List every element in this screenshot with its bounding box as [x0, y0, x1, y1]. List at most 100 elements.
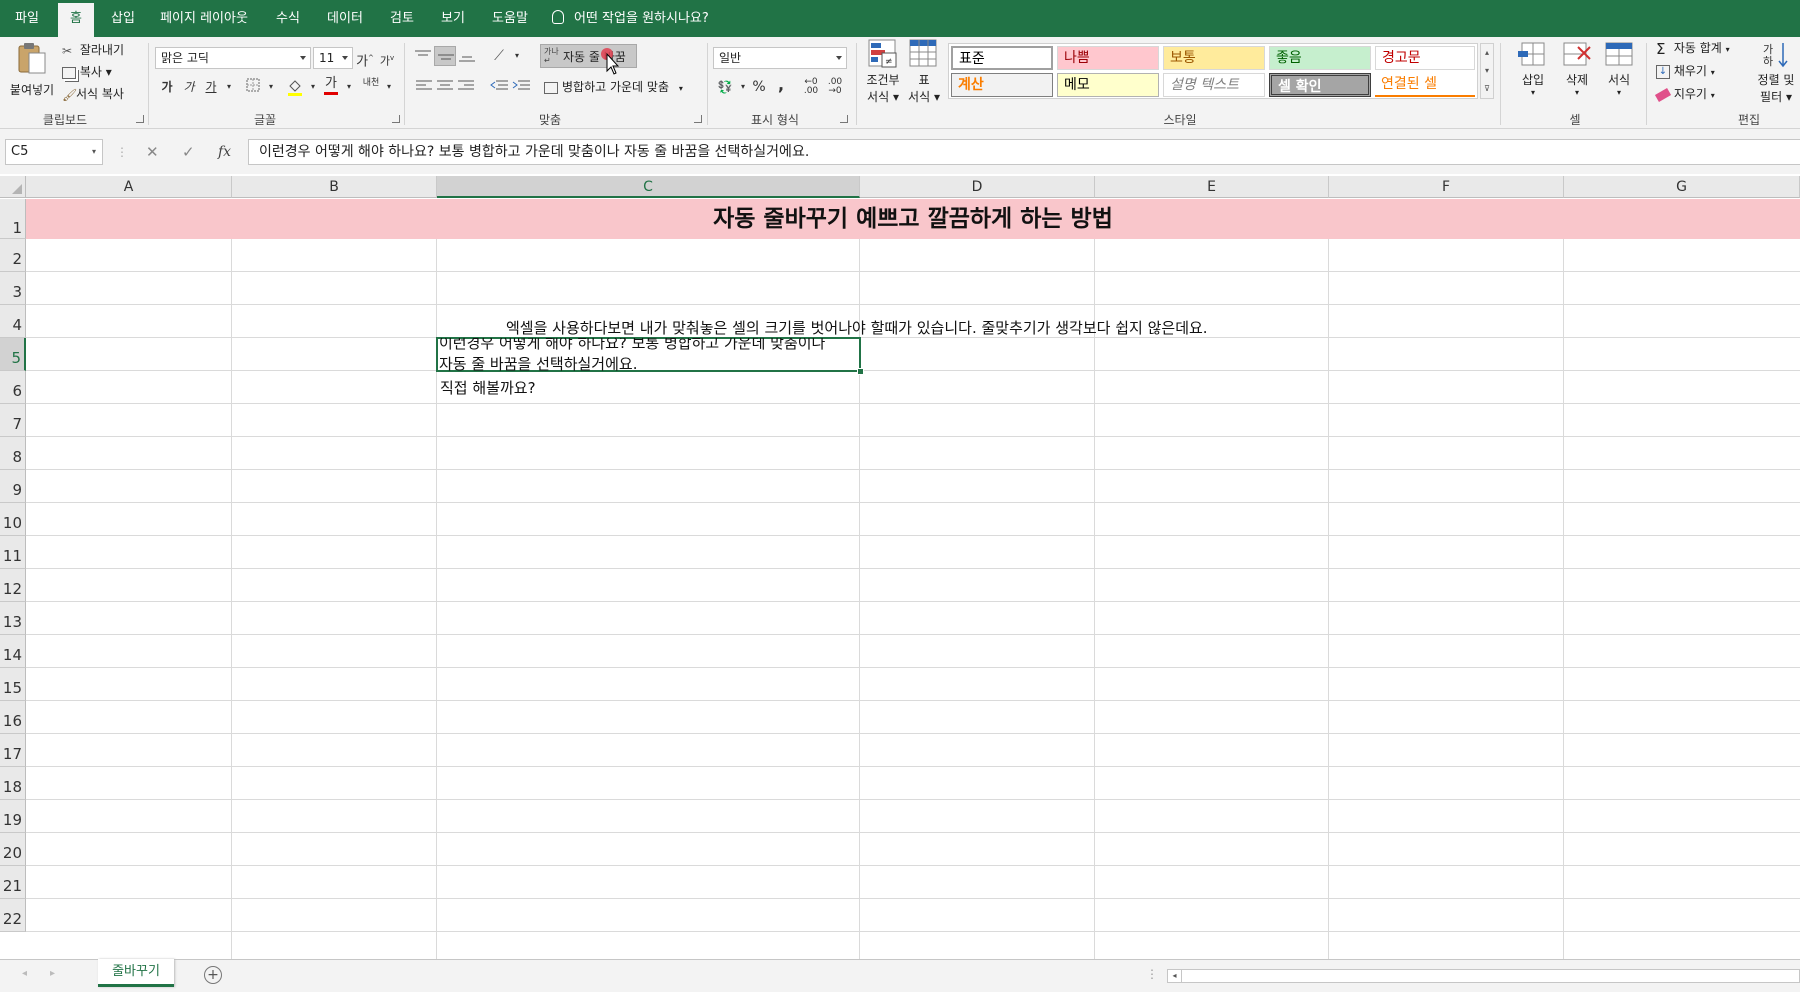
- underline-dropdown-icon[interactable]: ▾: [220, 78, 238, 96]
- enter-icon[interactable]: ✓: [182, 139, 195, 165]
- horizontal-scrollbar[interactable]: ◂: [1167, 969, 1800, 983]
- delete-cells-button[interactable]: 삭제 ▾: [1558, 39, 1596, 97]
- tab-review[interactable]: 검토: [380, 0, 424, 37]
- phonetic-dropdown-icon[interactable]: ▾: [380, 78, 398, 96]
- row-header-6[interactable]: 6: [0, 371, 26, 404]
- font-name-select[interactable]: 맑은 고딕: [155, 47, 311, 69]
- percent-button[interactable]: %: [750, 78, 768, 96]
- style-note[interactable]: 메모: [1057, 73, 1159, 97]
- format-cells-button[interactable]: 서식 ▾: [1600, 39, 1638, 97]
- font-launcher-icon[interactable]: [392, 115, 400, 123]
- style-explanatory[interactable]: 설명 텍스트: [1163, 73, 1265, 97]
- sort-filter-button[interactable]: 가하 정렬 및 필터 ▾: [1746, 39, 1800, 105]
- row-header-4[interactable]: 4: [0, 305, 26, 338]
- format-painter-button[interactable]: 🖌서식 복사: [62, 85, 124, 102]
- row-header-9[interactable]: 9: [0, 470, 26, 503]
- alignment-launcher-icon[interactable]: [694, 115, 702, 123]
- phonetic-button[interactable]: 내천: [362, 78, 380, 96]
- tell-me-search[interactable]: 어떤 작업을 원하시나요?: [552, 0, 709, 37]
- formula-input[interactable]: 이런경우 어떻게 해야 하나요? 보통 병합하고 가운데 맞춤이나 자동 줄 바…: [248, 139, 1800, 165]
- row-header-17[interactable]: 17: [0, 734, 26, 767]
- insert-function-icon[interactable]: fx: [218, 139, 231, 165]
- sheet-tab-active[interactable]: 줄바꾸기: [98, 959, 174, 987]
- clear-button[interactable]: 지우기 ▾: [1654, 85, 1715, 102]
- merge-center-button[interactable]: 병합하고 가운데 맞춤 ▾: [544, 78, 683, 95]
- tab-formulas[interactable]: 수식: [266, 0, 310, 37]
- tab-insert[interactable]: 삽입: [104, 0, 142, 37]
- insert-cells-button[interactable]: 삽입 ▾: [1510, 39, 1556, 97]
- style-warning[interactable]: 경고문: [1375, 46, 1475, 70]
- splitter-handle-icon[interactable]: ⋮: [1146, 967, 1158, 981]
- tab-home[interactable]: 홈: [58, 3, 94, 37]
- grow-font-button[interactable]: 가^: [356, 49, 374, 69]
- style-linked-cell[interactable]: 연결된 셀: [1375, 73, 1475, 97]
- borders-button[interactable]: [244, 78, 262, 96]
- row-header-7[interactable]: 7: [0, 404, 26, 437]
- paste-button[interactable]: 붙여넣기: [8, 39, 56, 105]
- align-bottom-icon[interactable]: [458, 49, 476, 63]
- column-header-f[interactable]: F: [1329, 176, 1564, 198]
- column-header-b[interactable]: B: [232, 176, 437, 198]
- title-cell-merged[interactable]: 자동 줄바꾸기 예쁘고 깔끔하게 하는 방법: [26, 199, 1800, 239]
- comma-button[interactable]: ,: [772, 76, 790, 94]
- decrease-indent-icon[interactable]: [490, 80, 508, 92]
- merge-dropdown-icon[interactable]: ▾: [679, 84, 683, 93]
- align-middle-button[interactable]: [434, 46, 456, 66]
- increase-indent-icon[interactable]: [512, 80, 530, 92]
- style-normal[interactable]: 표준: [951, 46, 1053, 70]
- tab-help[interactable]: 도움말: [482, 0, 538, 37]
- row-header-11[interactable]: 11: [0, 536, 26, 569]
- align-top-icon[interactable]: [414, 49, 432, 63]
- fill-button[interactable]: ↓ 채우기 ▾: [1656, 62, 1715, 79]
- gallery-more-icon[interactable]: ⊽: [1481, 80, 1493, 98]
- format-as-table-button[interactable]: 표 서식 ▾: [906, 39, 942, 105]
- row-header-14[interactable]: 14: [0, 635, 26, 668]
- row-header-19[interactable]: 19: [0, 800, 26, 833]
- fill-color-dropdown-icon[interactable]: ▾: [304, 78, 322, 96]
- select-all-corner[interactable]: [0, 176, 26, 198]
- tab-data[interactable]: 데이터: [320, 0, 370, 37]
- tab-page-layout[interactable]: 페이지 레이아웃: [152, 0, 256, 37]
- orientation-dropdown-icon[interactable]: ▾: [508, 47, 526, 65]
- orientation-button[interactable]: ⟋: [490, 47, 508, 65]
- chevron-down-icon[interactable]: ▾: [1481, 62, 1493, 80]
- number-format-select[interactable]: 일반: [713, 47, 847, 69]
- scroll-left-arrow-icon[interactable]: ◂: [1168, 970, 1182, 982]
- accounting-format-button[interactable]: 💱: [716, 78, 734, 96]
- column-header-a[interactable]: A: [26, 176, 232, 198]
- align-left-icon[interactable]: [416, 80, 432, 92]
- column-header-c[interactable]: C: [437, 176, 860, 198]
- row-header-16[interactable]: 16: [0, 701, 26, 734]
- tab-view[interactable]: 보기: [434, 0, 472, 37]
- increase-decimal-icon[interactable]: ←0.00: [802, 78, 820, 96]
- clipboard-launcher-icon[interactable]: [136, 115, 144, 123]
- cut-button[interactable]: ✂ 잘라내기: [62, 41, 124, 58]
- gallery-scroll[interactable]: ▴ ▾ ⊽: [1480, 43, 1494, 99]
- cancel-icon[interactable]: ✕: [146, 139, 159, 165]
- align-right-icon[interactable]: [458, 80, 474, 92]
- column-header-d[interactable]: D: [860, 176, 1095, 198]
- row-header-21[interactable]: 21: [0, 866, 26, 899]
- style-neutral[interactable]: 보통: [1163, 46, 1265, 70]
- row-header-2[interactable]: 2: [0, 239, 26, 272]
- autosum-button[interactable]: Σ 자동 합계 ▾: [1656, 39, 1730, 58]
- row-header-13[interactable]: 13: [0, 602, 26, 635]
- row-header-15[interactable]: 15: [0, 668, 26, 701]
- row-header-8[interactable]: 8: [0, 437, 26, 470]
- style-bad[interactable]: 나쁨: [1057, 46, 1159, 70]
- column-header-e[interactable]: E: [1095, 176, 1329, 198]
- font-color-button[interactable]: 가: [322, 75, 340, 95]
- row-header-10[interactable]: 10: [0, 503, 26, 536]
- scroll-right-sheet-icon[interactable]: ▸: [50, 968, 55, 979]
- decrease-decimal-icon[interactable]: .00 →0: [826, 78, 844, 96]
- style-check-cell[interactable]: 셀 확인: [1269, 73, 1371, 97]
- chevron-down-icon[interactable]: ▾: [92, 140, 96, 164]
- worksheet-grid[interactable]: A B C D E F G 자동 줄바꾸기 예쁘고 깔끔하게 하는 방법 1 2…: [0, 174, 1800, 959]
- tab-file[interactable]: 파일: [8, 0, 46, 37]
- font-size-select[interactable]: 11: [313, 47, 353, 69]
- row-header-20[interactable]: 20: [0, 833, 26, 866]
- add-sheet-icon[interactable]: +: [204, 966, 222, 984]
- row-header-22[interactable]: 22: [0, 899, 26, 932]
- shrink-font-button[interactable]: 가v: [378, 49, 396, 68]
- number-launcher-icon[interactable]: [840, 115, 848, 123]
